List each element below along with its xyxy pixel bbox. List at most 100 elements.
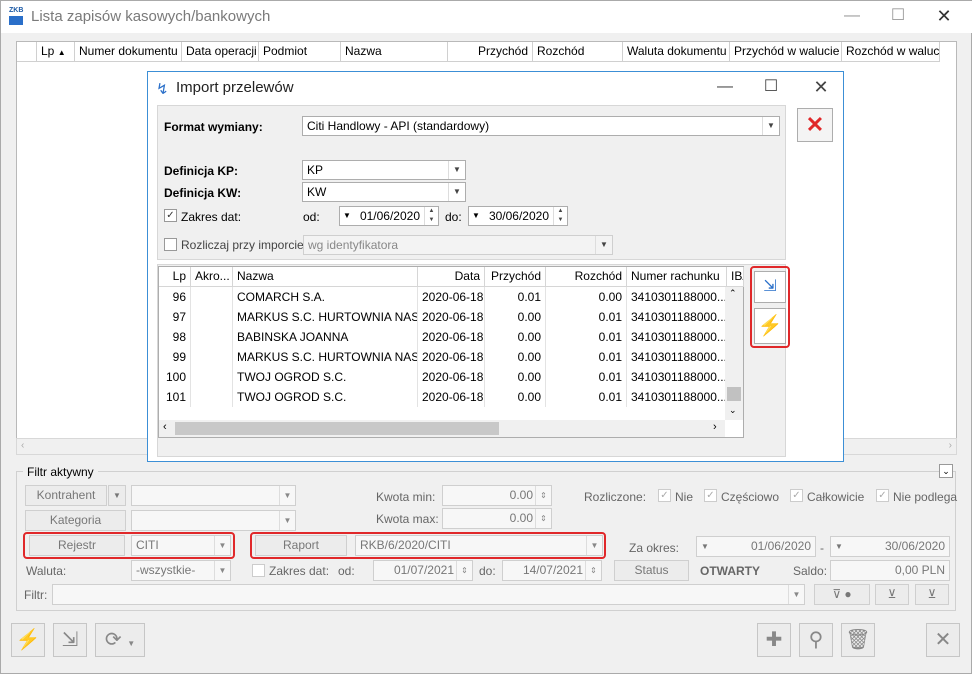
cell-przychod: 0.00 (485, 307, 546, 327)
kwota-max-field[interactable]: 0.00 ⇕ (442, 508, 552, 529)
table-row[interactable]: 96 COMARCH S.A. 2020-06-18 0.01 0.00 34103011… (159, 287, 727, 307)
kwota-max-label: Kwota max: (376, 512, 439, 526)
kwota-min-field[interactable]: 0.00 ⇕ (442, 485, 552, 506)
spin-icon[interactable]: ▲ ▼ (424, 207, 438, 225)
import-lightning-button[interactable]: ⚡ (11, 623, 45, 657)
col-przychod[interactable]: Przychód (448, 42, 533, 62)
status-button[interactable]: Status (614, 560, 689, 581)
export-button[interactable]: ⟳ ▼ (95, 623, 145, 657)
col-przychod[interactable]: Przychód (485, 267, 546, 287)
zakres-dat-checkbox[interactable]: ✓ (164, 209, 177, 222)
kw-select[interactable]: KW ▼ (302, 182, 466, 202)
cell-lp: 97 (159, 307, 191, 327)
spin-icon[interactable]: ⇕ (535, 509, 551, 528)
minimize-button[interactable]: — (829, 1, 875, 33)
filter-title: Filtr aktywny (23, 465, 98, 479)
col-data[interactable]: Data (418, 267, 485, 287)
col-waluta[interactable]: Waluta dokumentu (623, 42, 730, 62)
kontrahent-button[interactable]: Kontrahent (25, 485, 107, 506)
table-row[interactable]: 100 TWOJ OGROD S.C. 2020-06-18 0.00 0.01 3410… (159, 367, 727, 387)
h-scroll-thumb[interactable] (175, 422, 499, 435)
col-nazwa[interactable]: Nazwa (233, 267, 418, 287)
col-lp[interactable]: Lp (159, 267, 191, 287)
scroll-right-icon[interactable]: › (713, 421, 717, 433)
okres-od-field[interactable]: ▼ 01/06/2020 (696, 536, 816, 557)
col-rachunek[interactable]: Numer rachunku (627, 267, 727, 287)
okres-do-field[interactable]: ▼ 30/06/2020 (830, 536, 950, 557)
maximize-button[interactable]: ☐ (875, 1, 921, 33)
spin-icon[interactable]: ⇕ (535, 486, 551, 505)
od-label: od: (303, 210, 320, 224)
cancel-x-button[interactable]: ✕ (797, 108, 833, 142)
filtr-input[interactable]: ▼ (52, 584, 805, 605)
transfers-table[interactable]: Lp Akro... Nazwa Data Przychód Rozchód N… (158, 266, 744, 438)
advanced-filter-button[interactable]: ⊻ (915, 584, 949, 605)
nie-podlega-checkbox[interactable]: ✓ (876, 489, 889, 502)
col-lp[interactable]: Lp ▲ (37, 42, 75, 62)
spin-icon[interactable]: ⇕ (456, 561, 472, 580)
kp-select[interactable]: KP ▼ (302, 160, 466, 180)
table-horizontal-scrollbar[interactable]: ‹ › (159, 420, 725, 437)
import-bank-button[interactable]: ⇲ (53, 623, 87, 657)
calkowicie-checkbox[interactable]: ✓ (790, 489, 803, 502)
table-row[interactable]: 101 TWOJ OGROD S.C. 2020-06-18 0.00 0.01 3410… (159, 387, 727, 407)
scroll-down-icon[interactable]: ⌄ (729, 405, 737, 416)
dialog-minimize-button[interactable]: — (702, 72, 748, 104)
do-date-field[interactable]: 14/07/2021 ⇕ (502, 560, 602, 581)
cell-nazwa: COMARCH S.A. (233, 287, 418, 307)
cell-data: 2020-06-18 (418, 287, 485, 307)
zakres-dat-checkbox[interactable] (252, 564, 265, 577)
filter-collapse-button[interactable]: ⌄ (939, 464, 953, 478)
table-row[interactable]: 97 MARKUS S.C. HURTOWNIA NASIO...2020-06-… (159, 307, 727, 327)
col-iban[interactable]: IBA (727, 267, 744, 287)
col-rozchod[interactable]: Rozchód (546, 267, 627, 287)
calendar-dropdown-icon[interactable]: ▼ (343, 207, 351, 225)
scroll-thumb[interactable] (727, 387, 741, 401)
rozliczaj-checkbox[interactable] (164, 238, 177, 251)
calendar-dropdown-icon[interactable]: ▼ (472, 207, 480, 225)
apply-filter-button[interactable]: ⊽ ● (814, 584, 870, 605)
add-button[interactable]: ✚ (757, 623, 791, 657)
od-date-field[interactable]: 01/07/2021 ⇕ (373, 560, 473, 581)
kontrahent-field[interactable]: ▼ (131, 485, 296, 506)
format-select[interactable]: Citi Handlowy - API (standardowy) ▼ (302, 116, 780, 136)
grid-select-col[interactable] (17, 42, 37, 62)
kategoria-field[interactable]: ▼ (131, 510, 296, 531)
col-akronim[interactable]: Akro... (191, 267, 233, 287)
close-window-button[interactable]: ✕ (921, 1, 967, 33)
import-transfers-button[interactable]: ⇲ (754, 271, 786, 303)
od-date-input[interactable]: ▼ 01/06/2020 ▲ ▼ (339, 206, 439, 226)
do-date-input[interactable]: ▼ 30/06/2020 ▲ ▼ (468, 206, 568, 226)
scroll-up-icon[interactable]: ⌃ (729, 288, 737, 299)
col-rozchod-waluta[interactable]: Rozchód w walucie (842, 42, 940, 62)
dialog-close-button[interactable]: ✕ (798, 72, 844, 104)
kategoria-button[interactable]: Kategoria (25, 510, 126, 531)
col-podmiot[interactable]: Podmiot (259, 42, 341, 62)
cell-nazwa: MARKUS S.C. HURTOWNIA NASIO... (233, 307, 418, 327)
kontrahent-dropdown[interactable]: ▼ (108, 485, 126, 506)
rozliczaj-select[interactable]: wg identyfikatora ▼ (303, 235, 613, 255)
czesciowo-checkbox[interactable]: ✓ (704, 489, 717, 502)
col-nazwa[interactable]: Nazwa (341, 42, 448, 62)
lightning-icon[interactable]: ⚡ (754, 308, 786, 344)
scroll-right-icon[interactable]: › (949, 440, 952, 451)
edit-button[interactable]: ⚲ (799, 623, 833, 657)
spin-icon[interactable]: ▲ ▼ (553, 207, 567, 225)
col-przychod-waluta[interactable]: Przychód w walucie (730, 42, 842, 62)
col-rozchod[interactable]: Rozchód (533, 42, 623, 62)
col-data-operacji[interactable]: Data operacji (182, 42, 259, 62)
clear-filter-button[interactable]: ⊻ (875, 584, 909, 605)
nie-checkbox[interactable]: ✓ (658, 489, 671, 502)
table-vertical-scrollbar[interactable]: ⌃ ⌄ (725, 287, 743, 420)
table-row[interactable]: 98 BABINSKA JOANNA 2020-06-18 0.00 0.01 34103… (159, 327, 727, 347)
close-button[interactable]: ✕ (926, 623, 960, 657)
waluta-select[interactable]: -wszystkie- ▼ (131, 560, 231, 581)
scroll-left-icon[interactable]: ‹ (21, 440, 24, 451)
dialog-maximize-button[interactable]: ☐ (748, 72, 794, 104)
scroll-left-icon[interactable]: ‹ (163, 421, 167, 433)
col-numer[interactable]: Numer dokumentu (75, 42, 182, 62)
cell-nazwa: TWOJ OGROD S.C. (233, 387, 418, 407)
table-row[interactable]: 99 MARKUS S.C. HURTOWNIA NASIO...2020-06-… (159, 347, 727, 367)
spin-icon[interactable]: ⇕ (585, 561, 601, 580)
delete-button[interactable]: 🗑 (841, 623, 875, 657)
